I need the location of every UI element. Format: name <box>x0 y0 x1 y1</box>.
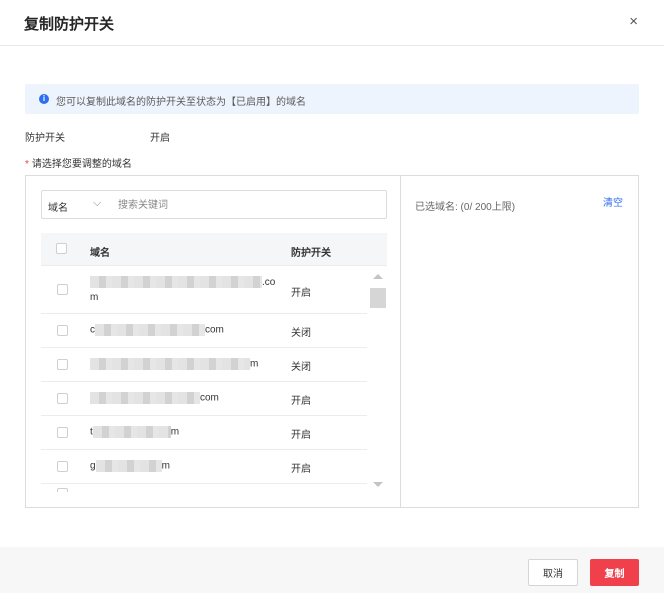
search-field-select[interactable]: 域名 <box>48 199 68 214</box>
row-checkbox[interactable] <box>57 488 68 492</box>
search-box: 域名 ⌵ <box>41 190 387 219</box>
table-header: 域名 防护开关 <box>41 233 387 266</box>
scroll-thumb[interactable] <box>370 288 386 308</box>
dialog-title: 复制防护开关 <box>24 16 115 33</box>
table-body: .co m 开启 c com 关闭 m 关闭 com 开启 t m 开启 g m… <box>41 266 371 492</box>
close-icon[interactable]: × <box>629 13 638 31</box>
redacted-text <box>90 392 200 404</box>
scroll-down-arrow-icon[interactable] <box>373 482 383 487</box>
table-row[interactable]: m 关闭 <box>41 348 367 382</box>
table-row[interactable]: gm 开启 <box>41 450 367 484</box>
table-row[interactable]: c com 关闭 <box>41 314 367 348</box>
table-row[interactable]: com 开启 <box>41 382 367 416</box>
row-status: 开启 <box>291 430 311 441</box>
table-row[interactable]: .co m 开启 <box>41 266 367 314</box>
row-status: 开启 <box>291 396 311 407</box>
table-row[interactable]: tm 开启 <box>41 416 367 450</box>
search-input[interactable] <box>118 195 378 215</box>
chevron-down-icon[interactable]: ⌵ <box>93 197 101 210</box>
dialog-header: 复制防护开关 × <box>0 0 664 46</box>
row-checkbox[interactable] <box>57 359 68 370</box>
row-checkbox[interactable] <box>57 461 68 472</box>
required-star-icon: * <box>25 159 29 170</box>
row-status: 关闭 <box>291 362 311 373</box>
info-banner: i 您可以复制此域名的防护开关至状态为【已启用】的域名 <box>25 84 639 114</box>
redacted-text <box>92 426 171 438</box>
domain-select-text: 请选择您要调整的域名 <box>31 159 132 170</box>
row-domain: c com <box>90 324 224 336</box>
domain-transfer: 域名 ⌵ 域名 防护开关 .com 开启 ccom 关闭 <box>25 175 639 508</box>
row-domain: com <box>90 392 280 404</box>
column-header-name: 域名 <box>90 248 110 259</box>
redacted-text <box>95 324 205 336</box>
domain-select-label: * 请选择您要调整的域名 <box>25 155 132 170</box>
selected-count: 已选域名: (0/ 200上限) <box>415 202 516 213</box>
row-checkbox[interactable] <box>57 284 68 295</box>
redacted-text <box>90 276 262 289</box>
protection-value: 开启 <box>150 133 170 144</box>
table-scrollbar[interactable] <box>370 268 386 494</box>
row-domain: tm <box>90 426 180 438</box>
domain-list-pane: 域名 ⌵ 域名 防护开关 .com 开启 ccom 关闭 <box>26 176 401 507</box>
cancel-button[interactable]: 取消 <box>528 559 578 586</box>
row-domain: gm <box>90 460 170 472</box>
redacted-text <box>90 358 250 370</box>
row-checkbox[interactable] <box>57 393 68 404</box>
dialog-footer: 取消 复制 <box>0 547 664 593</box>
column-header-switch: 防护开关 <box>291 248 331 259</box>
row-status: 关闭 <box>291 328 311 339</box>
row-status: 开启 <box>291 288 311 299</box>
info-icon: i <box>39 94 49 104</box>
info-text: 您可以复制此域名的防护开关至状态为【已启用】的域名 <box>56 97 306 108</box>
row-checkbox[interactable] <box>57 427 68 438</box>
clear-link[interactable]: 清空 <box>603 194 623 209</box>
select-all-checkbox[interactable] <box>56 243 67 254</box>
scroll-up-arrow-icon[interactable] <box>373 274 383 279</box>
protection-label: 防护开关 <box>25 133 65 144</box>
row-checkbox[interactable] <box>57 325 68 336</box>
redacted-text <box>95 460 162 472</box>
row-status: 开启 <box>291 464 311 475</box>
copy-button[interactable]: 复制 <box>590 559 639 586</box>
table-row[interactable] <box>41 484 367 492</box>
row-domain: .co m <box>90 276 276 303</box>
row-domain: m <box>90 358 280 370</box>
